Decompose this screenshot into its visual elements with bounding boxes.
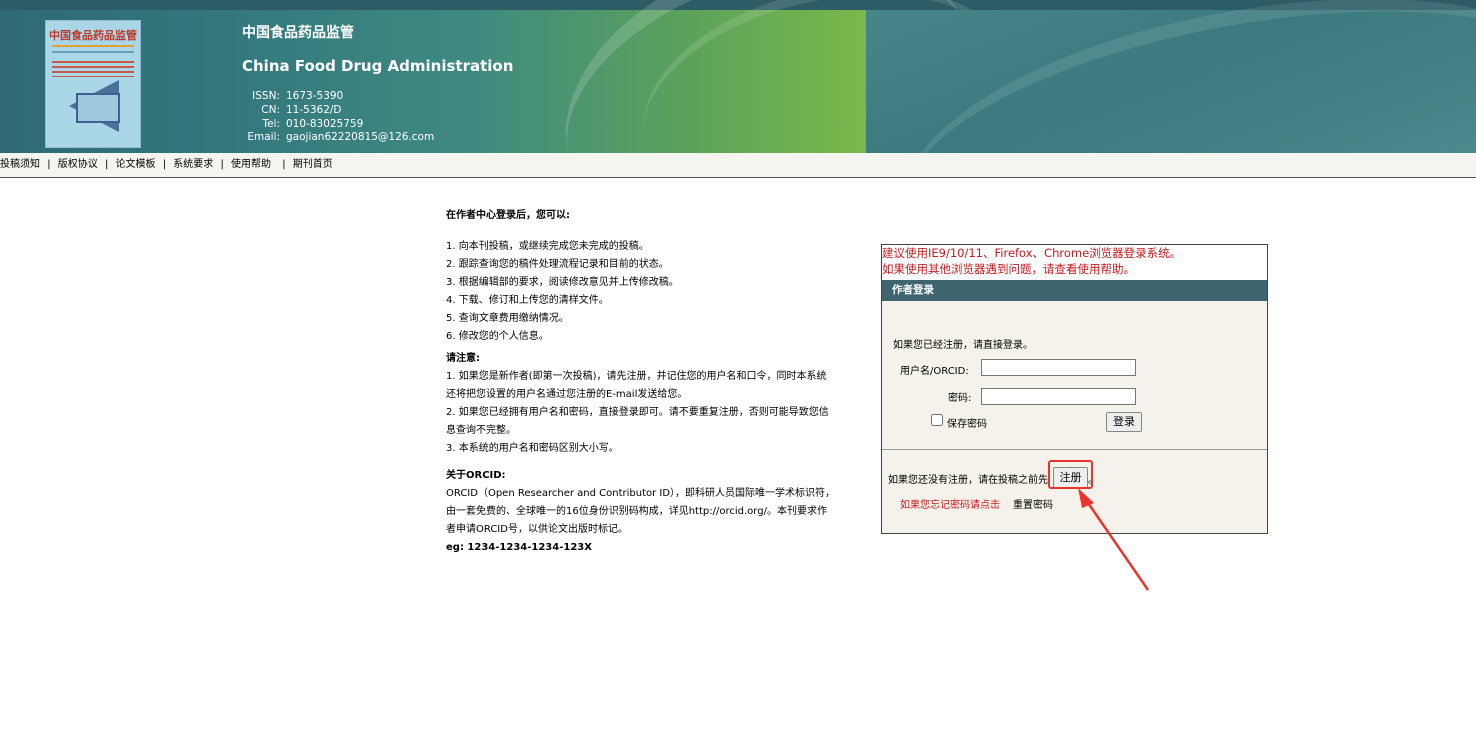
email-row: Email: gaojian62220815@126.com <box>247 131 435 143</box>
login-title-bar: 作者登录 <box>882 280 1267 301</box>
remember-password-label: 保存密码 <box>947 419 987 430</box>
nav-separator: | <box>220 159 224 170</box>
browser-warning: 建议使用IE9/10/11、Firefox、Chrome浏览器登录系统。 如果使… <box>882 245 1267 280</box>
browser-warning-line2: 如果使用其他浏览器遇到问题，请查看使用帮助。 <box>882 262 1135 276</box>
ability-item: 2. 跟踪查询您的稿件处理流程记录和目前的状态。 <box>446 259 669 270</box>
password-input[interactable] <box>981 388 1136 405</box>
orcid-example: eg: 1234-1234-1234-123X <box>446 542 592 553</box>
nav-copyright[interactable]: 版权协议 <box>58 159 98 170</box>
nav-help[interactable]: 使用帮助 <box>231 159 271 170</box>
ability-item: 3. 根据编辑部的要求，阅读修改意见并上传修改稿。 <box>446 277 679 288</box>
not-registered-prompt: 如果您还没有注册，请在投稿之前先 <box>888 475 1048 486</box>
ability-item: 4. 下载、修订和上传您的清样文件。 <box>446 295 609 306</box>
notice-item: 3. 本系统的用户名和密码区别大小写。 <box>446 443 619 454</box>
password-label: 密码: <box>948 393 972 404</box>
orcid-description: ORCID（Open Researcher and Contributor ID… <box>446 488 836 535</box>
login-title: 作者登录 <box>892 284 934 296</box>
journal-title-en: China Food Drug Administration <box>242 57 514 75</box>
notice-title: 请注意: <box>446 353 480 364</box>
author-login-panel: 建议使用IE9/10/11、Firefox、Chrome浏览器登录系统。 如果使… <box>881 244 1268 534</box>
header-banner: 中国食品药品监管 中国食品药品监管 China Food Drug Admini… <box>0 0 1476 153</box>
cn-row: CN: 11-5362/D <box>261 104 342 116</box>
login-button[interactable]: 登录 <box>1106 412 1142 432</box>
login-divider <box>882 449 1267 450</box>
orcid-title: 关于ORCID: <box>446 470 506 481</box>
reset-password-link[interactable]: 重置密码 <box>1013 496 1053 511</box>
forgot-password-text: 如果您忘记密码请点击 <box>900 500 1000 511</box>
ability-item: 1. 向本刊投稿，或继续完成您未完成的投稿。 <box>446 241 649 252</box>
registered-prompt: 如果您已经注册，请直接登录。 <box>893 340 1033 351</box>
nav-system-requirements[interactable]: 系统要求 <box>173 159 213 170</box>
remember-password-checkbox[interactable] <box>931 414 943 426</box>
nav-separator: | <box>104 159 109 170</box>
nav-template[interactable]: 论文模板 <box>116 159 156 170</box>
nav-separator: | <box>282 159 286 170</box>
issn-row: ISSN: 1673-5390 <box>252 90 344 102</box>
register-highlight-box <box>1048 460 1093 489</box>
intro-title: 在作者中心登录后，您可以: <box>446 210 570 221</box>
username-input[interactable] <box>981 359 1136 376</box>
ability-item: 6. 修改您的个人信息。 <box>446 331 549 342</box>
top-nav: 投稿须知 | 版权协议 | 论文模板 | 系统要求 | 使用帮助 | 期刊首页 <box>0 153 1476 178</box>
nav-submission-guide[interactable]: 投稿须知 <box>0 159 40 170</box>
author-center-info: 在作者中心登录后，您可以: 1. 向本刊投稿，或继续完成您未完成的投稿。 2. … <box>446 207 836 557</box>
username-label: 用户名/ORCID: <box>900 366 969 377</box>
nav-separator: | <box>47 159 51 170</box>
nav-journal-home[interactable]: 期刊首页 <box>293 159 333 170</box>
tel-row: Tel: 010-83025759 <box>262 118 364 130</box>
notice-item: 2. 如果您已经拥有用户名和密码，直接登录即可。请不要重复注册，否则可能导致您信… <box>446 407 829 436</box>
notice-item: 1. 如果您是新作者(即第一次投稿)，请先注册，并记住您的用户名和口令，同时本系… <box>446 371 827 400</box>
ability-item: 5. 查询文章费用缴纳情况。 <box>446 313 569 324</box>
browser-warning-line1: 建议使用IE9/10/11、Firefox、Chrome浏览器登录系统。 <box>882 246 1182 260</box>
journal-cover-image: 中国食品药品监管 <box>45 20 141 148</box>
journal-title-cn: 中国食品药品监管 <box>242 25 354 41</box>
nav-separator: | <box>162 159 167 170</box>
cover-title: 中国食品药品监管 <box>49 29 137 42</box>
